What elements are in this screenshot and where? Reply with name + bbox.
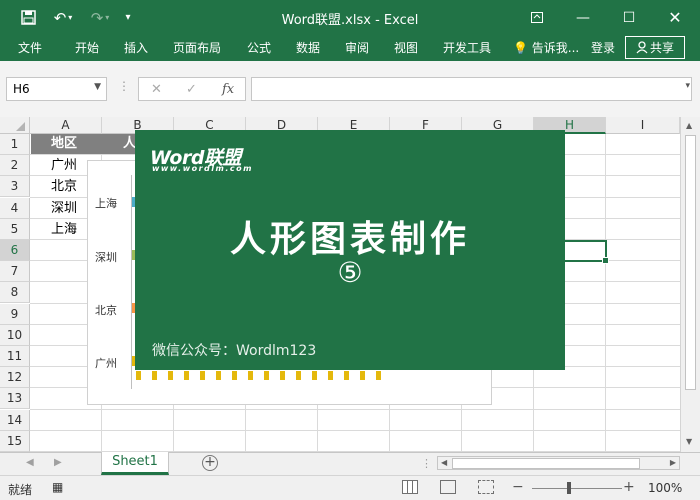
tab-developer[interactable]: 开发工具: [443, 39, 491, 56]
next-sheet-icon[interactable]: ▶: [54, 457, 62, 468]
tab-home[interactable]: 开始: [75, 39, 99, 56]
formula-input[interactable]: [251, 77, 692, 101]
more-icon: ⋮: [118, 79, 130, 93]
gridline: [30, 409, 680, 410]
banner-headline: 人形图表制作: [229, 219, 470, 260]
banner-number: ⑤: [337, 256, 363, 289]
page-layout-view-icon[interactable]: [440, 480, 456, 494]
banner-wechat: 微信公众号：Wordlm123: [152, 343, 317, 359]
formula-bar-area: H6 ▼ ⋮ ✕ ✓ fx ▾: [0, 61, 700, 117]
lightbulb-icon: 💡: [513, 41, 528, 55]
status-bar: 就绪 ▦ − + 100%: [0, 475, 700, 500]
person-icons-row: [136, 371, 392, 380]
row-header[interactable]: 4: [0, 198, 30, 219]
tab-file[interactable]: 文件: [18, 39, 42, 56]
chart-category-label: 广州: [95, 357, 117, 370]
tell-me-box[interactable]: 💡 告诉我...: [513, 39, 579, 56]
close-icon[interactable]: ✕: [652, 0, 698, 35]
maximize-icon[interactable]: ☐: [606, 0, 652, 35]
scroll-left-icon[interactable]: ◀: [441, 458, 447, 467]
insert-function-icon[interactable]: fx: [222, 82, 234, 97]
column-header[interactable]: A: [30, 117, 102, 134]
page-break-view-icon[interactable]: [478, 480, 494, 494]
zoom-level[interactable]: 100%: [648, 481, 682, 495]
chart-category-label: 北京: [95, 304, 117, 317]
gridline: [30, 430, 680, 431]
login-link[interactable]: 登录: [591, 39, 615, 56]
ribbon-display-options-icon[interactable]: [514, 0, 560, 35]
row-header[interactable]: 7: [0, 261, 30, 282]
minimize-icon[interactable]: —: [560, 0, 606, 35]
row-header[interactable]: 9: [0, 304, 30, 325]
row-header[interactable]: 13: [0, 388, 30, 409]
banner-site: www.wordlm.com: [152, 164, 253, 173]
chevron-down-icon[interactable]: ▼: [94, 82, 101, 92]
scrollbar-thumb[interactable]: [452, 458, 640, 469]
ribbon-tabs: 文件 开始 插入 页面布局 公式 数据 审阅 视图 开发工具 💡 告诉我... …: [0, 35, 700, 61]
zoom-in-icon[interactable]: +: [623, 479, 635, 495]
share-button[interactable]: 共享: [625, 36, 685, 59]
chart-category-label: 上海: [95, 197, 117, 210]
tab-page-layout[interactable]: 页面布局: [173, 39, 221, 56]
scroll-up-icon[interactable]: ▲: [686, 121, 692, 130]
gridline: [605, 134, 606, 452]
tell-me-label: 告诉我...: [531, 41, 580, 55]
title-bar: ↶ ▾ ↷ ▾ ▾ Word联盟.xlsx - Excel — ☐ ✕: [0, 0, 700, 35]
vertical-scrollbar[interactable]: ▲ ▼: [680, 117, 700, 452]
row-header-selected[interactable]: 6: [0, 240, 30, 261]
tab-view[interactable]: 视图: [394, 39, 418, 56]
zoom-out-icon[interactable]: −: [512, 479, 524, 495]
zoom-slider-handle[interactable]: [567, 482, 571, 494]
row-header[interactable]: 1: [0, 134, 30, 155]
tab-data[interactable]: 数据: [296, 39, 320, 56]
expand-formula-icon[interactable]: ▾: [685, 81, 690, 91]
row-header[interactable]: 3: [0, 176, 30, 197]
name-box-value: H6: [13, 82, 30, 96]
tab-formulas[interactable]: 公式: [247, 39, 271, 56]
status-ready: 就绪: [8, 483, 33, 497]
enter-icon[interactable]: ✓: [186, 82, 197, 97]
add-sheet-icon[interactable]: +: [202, 455, 218, 471]
split-handle-icon[interactable]: ⋮: [421, 457, 432, 470]
cell-a2[interactable]: 广州: [31, 155, 77, 176]
share-label: 共享: [649, 41, 674, 55]
row-header[interactable]: 11: [0, 346, 30, 367]
sheet-tab-bar: ◀ ▶ Sheet1 + ⋮ ◀ ▶: [0, 452, 700, 475]
row-header[interactable]: 10: [0, 325, 30, 346]
sheet-tab-sheet1[interactable]: Sheet1: [101, 452, 169, 475]
cell-a1[interactable]: 地区人: [31, 134, 138, 154]
scroll-right-icon[interactable]: ▶: [670, 458, 676, 467]
scroll-down-icon[interactable]: ▼: [686, 437, 692, 446]
zoom-slider[interactable]: [532, 488, 622, 489]
row-header[interactable]: 14: [0, 410, 30, 431]
scrollbar-thumb[interactable]: [685, 135, 696, 390]
tab-review[interactable]: 审阅: [345, 39, 369, 56]
normal-view-icon[interactable]: [402, 480, 418, 494]
chart-category-label: 深圳: [95, 251, 117, 264]
row-header[interactable]: 15: [0, 431, 30, 452]
user-icon: [636, 41, 648, 54]
name-box[interactable]: H6 ▼: [6, 77, 107, 101]
cancel-icon[interactable]: ✕: [151, 82, 162, 97]
horizontal-scrollbar[interactable]: ◀ ▶: [437, 456, 680, 470]
row-header[interactable]: 8: [0, 282, 30, 303]
select-all-corner[interactable]: [0, 117, 30, 134]
tab-insert[interactable]: 插入: [124, 39, 148, 56]
macro-record-icon[interactable]: ▦: [52, 480, 63, 494]
row-header[interactable]: 2: [0, 155, 30, 176]
formula-buttons: ✕ ✓ fx: [138, 77, 246, 101]
row-header[interactable]: 5: [0, 219, 30, 240]
cell-a5[interactable]: 上海: [31, 219, 77, 240]
cell-a4[interactable]: 深圳: [31, 198, 77, 219]
column-header[interactable]: I: [606, 117, 680, 134]
row-header[interactable]: 12: [0, 367, 30, 388]
cell-a3[interactable]: 北京: [31, 176, 77, 197]
tutorial-banner: Word联盟 www.wordlm.com 人形图表制作 ⑤ 微信公众号：Wor…: [135, 130, 565, 370]
prev-sheet-icon[interactable]: ◀: [26, 457, 34, 468]
cell-a1-text: 地区: [51, 136, 78, 151]
